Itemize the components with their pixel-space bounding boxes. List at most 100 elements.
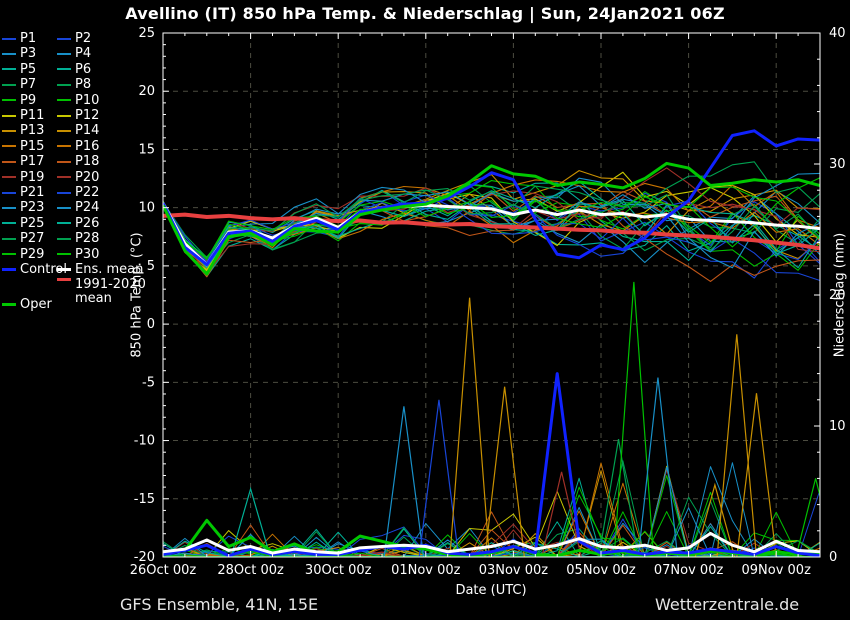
legend-label: P4: [75, 46, 92, 62]
footer-brand: Wetterzentrale.de: [655, 595, 800, 614]
legend-label: Oper: [20, 297, 52, 312]
legend-swatch: [57, 129, 71, 132]
right-tick-label: 10: [829, 419, 846, 434]
legend-item-p4: P4: [57, 46, 91, 61]
grid-lines: [163, 33, 820, 557]
x-tick-label: 30Oct 00z: [305, 563, 372, 578]
y-axis-label-right: Niederschlag (mm): [832, 232, 848, 358]
legend-label: P1: [20, 31, 37, 46]
legend-swatch: [2, 206, 16, 209]
legend-item-oper: Oper: [2, 297, 52, 312]
left-tick-label: -15: [134, 492, 155, 507]
legend-swatch: [2, 37, 16, 40]
legend-swatch: [57, 160, 71, 163]
legend-item-p27: P27: [2, 231, 44, 246]
legend-item-p18: P18: [57, 154, 99, 169]
right-tick-label: 30: [829, 157, 846, 172]
legend-swatch: [2, 268, 16, 271]
legend-label: P17: [20, 154, 45, 170]
legend-swatch: [2, 52, 16, 55]
legend-swatch: [57, 268, 71, 271]
legend-item-p15: P15: [2, 139, 44, 154]
legend-swatch: [2, 222, 16, 225]
legend-item-p21: P21: [2, 185, 44, 200]
legend-swatch: [2, 303, 16, 306]
legend-label: P19: [20, 169, 45, 185]
legend-swatch: [2, 160, 16, 163]
x-tick-label: 09Nov 00z: [741, 563, 811, 578]
legend-item-p3: P3: [2, 46, 36, 61]
legend-swatch: [57, 253, 71, 256]
legend-label: P29: [20, 246, 45, 262]
right-tick-label: 0: [829, 550, 837, 565]
legend-label: P7: [20, 77, 37, 93]
legend-label: P26: [75, 215, 100, 231]
legend-swatch: [57, 114, 71, 117]
legend-label: P24: [75, 200, 100, 216]
legend-item-p13: P13: [2, 123, 44, 138]
legend-label: P18: [75, 154, 100, 170]
legend-label: P20: [75, 169, 100, 185]
legend-swatch: [2, 191, 16, 194]
legend-label: P27: [20, 231, 45, 247]
member-precip-spike: [418, 399, 460, 557]
legend-item-p12: P12: [57, 108, 99, 123]
legend-swatch: [2, 68, 16, 71]
member-precip-spike: [449, 297, 490, 557]
legend-swatch: [57, 145, 71, 148]
legend-swatch: [2, 253, 16, 256]
legend-swatch: [57, 237, 71, 240]
legend-label: P3: [20, 46, 37, 62]
legend-item-p5: P5: [2, 62, 36, 77]
legend-item-p1: P1: [2, 31, 36, 46]
legend-item-p28: P28: [57, 231, 99, 246]
legend-label: P6: [75, 61, 92, 77]
legend-swatch: [57, 206, 71, 209]
legend-item-p6: P6: [57, 62, 91, 77]
legend-swatch: [2, 145, 16, 148]
legend-item-p26: P26: [57, 216, 99, 231]
legend-label: P15: [20, 138, 45, 154]
legend-swatch: [2, 114, 16, 117]
legend-swatch: [2, 99, 16, 102]
legend-swatch: [57, 37, 71, 40]
legend-item-p16: P16: [57, 139, 99, 154]
legend-item-p29: P29: [2, 247, 44, 262]
legend-label: P2: [75, 31, 92, 46]
legend-swatch: [2, 237, 16, 240]
legend-swatch: [57, 99, 71, 102]
left-tick-label: -5: [142, 375, 155, 390]
member-precip-spike: [736, 393, 777, 557]
legend-label: P22: [75, 185, 100, 200]
legend-item-p14: P14: [57, 123, 99, 138]
legend-swatch: [2, 129, 16, 132]
legend-item-p20: P20: [57, 170, 99, 185]
legend-label: P16: [75, 138, 100, 154]
legend-label: P13: [20, 123, 45, 139]
left-tick-label: -10: [134, 434, 155, 449]
legend-swatch: [57, 83, 71, 86]
legend-item-p9: P9: [2, 93, 36, 108]
x-tick-label: 03Nov 00z: [479, 563, 549, 578]
axis-ticks: [162, 32, 821, 558]
x-tick-label: 05Nov 00z: [566, 563, 636, 578]
plot-area: [163, 129, 820, 557]
legend-item-p19: P19: [2, 170, 44, 185]
legend-label: P5: [20, 61, 37, 77]
legend-item-p24: P24: [57, 200, 99, 215]
plot-frame: [162, 32, 821, 558]
legend-item-p10: P10: [57, 93, 99, 108]
x-tick-label: 01Nov 00z: [391, 563, 461, 578]
right-tick-label: 40: [829, 26, 846, 41]
legend-label: P14: [75, 123, 100, 139]
member-precip-spike: [613, 281, 655, 557]
x-tick-label: 26Oct 00z: [130, 563, 197, 578]
x-axis-label: Date (UTC): [455, 583, 527, 598]
legend-label: P30: [75, 246, 100, 262]
legend-item-p17: P17: [2, 154, 44, 169]
weather-chart-page: Avellino (IT) 850 hPa Temp. & Niederschl…: [0, 0, 850, 620]
legend-label: P8: [75, 77, 92, 93]
legend-item-p2: P2: [57, 31, 91, 46]
legend-swatch: [2, 176, 16, 179]
legend-swatch: [57, 176, 71, 179]
